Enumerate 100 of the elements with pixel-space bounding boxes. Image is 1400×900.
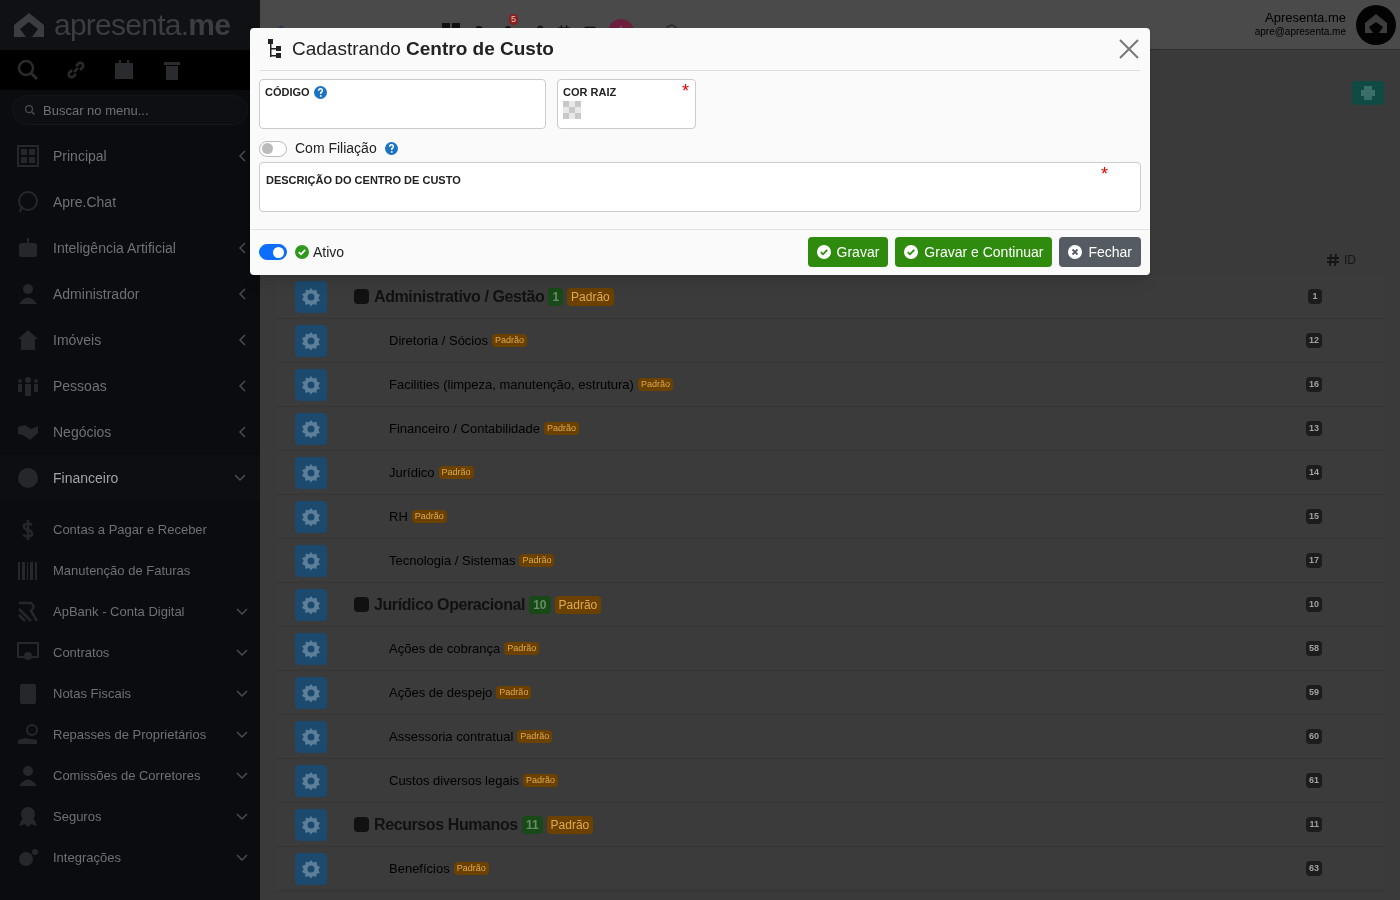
print-button[interactable] (1352, 81, 1384, 105)
calendar-icon[interactable] (112, 58, 136, 82)
settings-button[interactable] (295, 280, 327, 313)
menu-item[interactable]: Apre.Chat (0, 179, 260, 225)
settings-button[interactable] (295, 500, 327, 533)
gear-icon (301, 286, 321, 307)
settings-button[interactable] (295, 808, 327, 841)
id-badge: 12 (1306, 332, 1322, 349)
item-name: Tecnologia / Sistemas (389, 551, 516, 570)
menu-item[interactable]: Pessoas (0, 363, 260, 409)
close-button[interactable]: Fechar (1059, 237, 1141, 267)
submenu-item[interactable]: Integrações (0, 837, 260, 878)
submenu-item[interactable]: Contratos (0, 632, 260, 673)
settings-button[interactable] (295, 588, 327, 621)
menu-item[interactable]: Principal (0, 133, 260, 179)
default-tag: Padrão (544, 421, 580, 436)
hash-icon (1326, 253, 1340, 267)
default-tag: Padrão (567, 287, 614, 306)
id-badge: 16 (1306, 376, 1322, 393)
id-badge: 13 (1306, 420, 1322, 437)
user-name: Apresenta.me (1265, 10, 1346, 27)
menu-item[interactable]: Imóveis (0, 317, 260, 363)
logo-icon (12, 11, 46, 39)
field-label: COR RAIZ (563, 85, 617, 100)
item-name: Ações de despejo (389, 683, 493, 702)
hierarchy-icon (268, 39, 284, 59)
close-icon[interactable] (1119, 39, 1139, 59)
submenu-item[interactable]: Manutenção de Faturas (0, 550, 260, 591)
toggle-switch[interactable] (259, 244, 287, 260)
search-icon (24, 104, 36, 116)
settings-button[interactable] (295, 456, 327, 489)
item-name: Custos diversos legais (389, 771, 520, 790)
settings-button[interactable] (295, 544, 327, 577)
id-badge: 63 (1306, 860, 1322, 877)
default-tag: Padrão (453, 861, 489, 876)
menu-item[interactable]: Administrador (0, 271, 260, 317)
hand-coin-icon (17, 723, 39, 746)
house-icon (17, 329, 39, 351)
chat-icon (17, 191, 39, 213)
settings-button[interactable] (295, 632, 327, 665)
help-icon[interactable] (384, 142, 398, 155)
award-icon (17, 805, 39, 828)
help-icon[interactable] (313, 85, 327, 99)
code-field[interactable]: CÓDIGO (259, 79, 546, 129)
menu-item[interactable]: Negócios (0, 409, 260, 455)
submenu-item[interactable]: Notas Fiscais (0, 673, 260, 714)
person-icon (17, 283, 39, 305)
id-badge: 59 (1306, 684, 1322, 701)
default-tag: Padrão (492, 333, 527, 348)
gear-icon (301, 858, 321, 879)
id-badge: 10 (1306, 596, 1322, 613)
count-badge: 10 (529, 595, 551, 614)
id-badge: 58 (1306, 640, 1322, 657)
submenu-item[interactable]: Contas a Pagar e Receber (0, 509, 260, 550)
gear-icon (301, 682, 321, 703)
gear-icon (301, 506, 321, 527)
check-circle-icon (295, 245, 309, 259)
settings-button[interactable] (295, 324, 327, 357)
default-tag: Padrão (496, 685, 532, 700)
default-tag: Padrão (546, 815, 594, 834)
settings-button[interactable] (295, 368, 327, 401)
menu-search-field[interactable]: Buscar no menu... (12, 95, 248, 125)
search-icon[interactable] (16, 58, 40, 82)
gear-icon (301, 770, 321, 791)
menu-item[interactable]: Inteligência Artificial (0, 225, 260, 271)
save-button[interactable]: Gravar e Continuar (895, 237, 1053, 267)
submenu-item[interactable]: ApBank - Conta Digital (0, 591, 260, 632)
barcode-icon (17, 559, 39, 582)
robot-icon (17, 237, 39, 259)
description-field[interactable]: DESCRIÇÃO DO CENTRO DE CUSTO * (259, 162, 1141, 212)
gear-icon (301, 418, 321, 439)
gear-icon (301, 594, 321, 615)
default-tag: Padrão (554, 595, 602, 614)
settings-button[interactable] (295, 720, 327, 753)
item-name: Jurídico (389, 463, 435, 482)
color-picker-field[interactable]: COR RAIZ * (557, 79, 696, 129)
status-label: Ativo (313, 242, 345, 262)
settings-button[interactable] (295, 852, 327, 885)
submenu-item[interactable]: Repasses de Proprietários (0, 714, 260, 755)
settings-button[interactable] (295, 412, 327, 445)
settings-button[interactable] (295, 676, 327, 709)
id-badge: 61 (1306, 772, 1322, 789)
required-mark: * (1101, 164, 1108, 184)
save-button[interactable]: Gravar (807, 237, 889, 267)
gear-icon (301, 550, 321, 571)
submenu-item[interactable]: Seguros (0, 796, 260, 837)
toggle-switch[interactable] (259, 140, 287, 157)
avatar-icon[interactable] (1356, 4, 1396, 45)
item-name: Ações de cobrança (389, 639, 501, 658)
default-tag: Padrão (411, 509, 447, 524)
default-tag: Padrão (637, 377, 673, 392)
check-circle-icon (816, 245, 831, 259)
item-name: Assessoria contratual (389, 727, 514, 746)
user-email: apre@apresenta.me (1254, 26, 1346, 39)
gear-icon (301, 462, 321, 483)
id-badge: 14 (1306, 464, 1322, 481)
gears-icon (17, 846, 39, 869)
submenu-item[interactable]: Comissões de Corretores (0, 755, 260, 796)
settings-button[interactable] (295, 764, 327, 797)
id-badge: 17 (1306, 552, 1322, 569)
